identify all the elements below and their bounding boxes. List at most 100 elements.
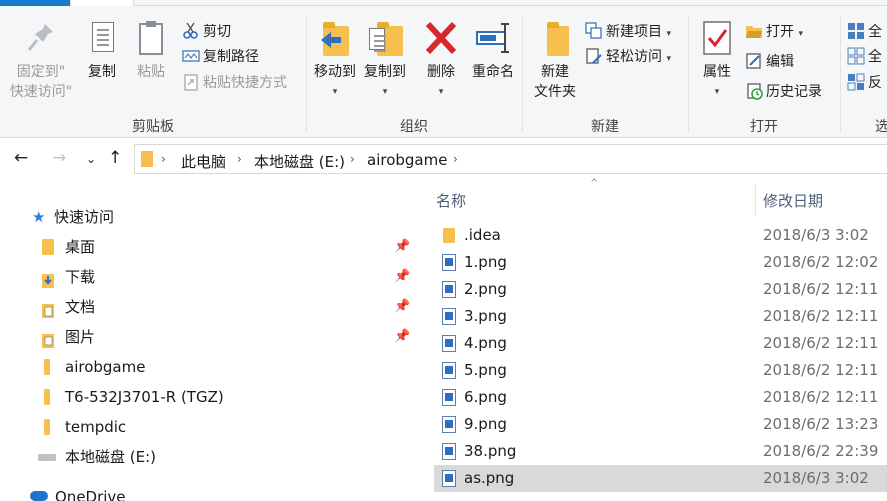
rename-label: 重命名	[472, 64, 514, 80]
file-row[interactable]: 3.png 2018/6/2 12:11	[434, 303, 887, 330]
nav-label: 下载	[65, 268, 96, 286]
chevron-down-icon: ▾	[382, 87, 388, 97]
nav-onedrive[interactable]: OneDrive	[30, 482, 126, 501]
scissors-icon	[182, 22, 200, 40]
nav-label: OneDrive	[55, 488, 126, 501]
pin-icon[interactable]: 📌	[394, 292, 410, 322]
copy-label: 复制	[88, 64, 116, 80]
new-item-button[interactable]: 新建项目 ▾	[585, 21, 671, 43]
nav-pictures[interactable]: 图片	[42, 322, 95, 352]
breadcrumb-this-pc[interactable]: 此电脑	[181, 151, 226, 172]
copy-button[interactable]: 复制	[82, 18, 122, 82]
breadcrumb-separator-icon[interactable]: ›	[237, 152, 242, 166]
file-date: 2018/6/2 12:02	[763, 253, 879, 271]
pictures-icon	[42, 329, 56, 348]
nav-local-disk-e[interactable]: 本地磁盘 (E:)	[38, 442, 156, 472]
file-row[interactable]: 38.png 2018/6/2 22:39	[434, 438, 887, 465]
column-header-date-modified[interactable]: 修改日期	[763, 190, 823, 211]
sort-ascending-icon: ^	[590, 178, 599, 189]
copy-path-button[interactable]: 复制路径	[182, 46, 259, 68]
organize-group: 移动到 ▾ 复制到 ▾ 删除 ▾ 重命名 组织	[307, 6, 521, 138]
nav-quick-access[interactable]: ★ 快速访问	[32, 202, 114, 232]
breadcrumb-separator-icon[interactable]: ›	[453, 152, 458, 166]
move-to-button[interactable]: 移动到 ▾	[311, 18, 359, 102]
up-arrow-icon[interactable]: ↑	[108, 148, 122, 168]
pin-to-quick-access-button[interactable]: 固定到" 快速访问"	[6, 18, 76, 102]
pin-icon[interactable]: 📌	[394, 322, 410, 352]
paste-button[interactable]: 粘贴	[131, 18, 171, 82]
new-folder-icon	[537, 18, 573, 58]
file-row[interactable]: 1.png 2018/6/2 12:02	[434, 249, 887, 276]
copy-to-icon	[367, 18, 403, 58]
rename-button[interactable]: 重命名	[468, 18, 518, 82]
clipboard-icon	[133, 18, 169, 58]
copy-path-label: 复制路径	[203, 49, 259, 65]
nav-downloads[interactable]: 下载	[42, 262, 95, 292]
file-date: 2018/6/2 12:11	[763, 388, 879, 406]
pin-icon[interactable]: 📌	[394, 262, 410, 292]
column-divider[interactable]	[755, 184, 756, 216]
select-group-label: 选	[875, 119, 887, 135]
new-item-icon	[585, 22, 603, 40]
nav-airobgame[interactable]: airobgame	[42, 352, 145, 382]
nav-documents[interactable]: 文档	[42, 292, 95, 322]
breadcrumb-separator-icon[interactable]: ›	[350, 152, 355, 166]
select-none-button[interactable]: 全	[847, 46, 882, 68]
new-folder-label-line1: 新建	[541, 64, 569, 80]
select-all-icon	[847, 22, 865, 40]
image-file-icon	[442, 416, 456, 433]
open-folder-icon	[745, 22, 763, 40]
new-folder-button[interactable]: 新建 文件夹	[529, 18, 581, 102]
open-group-label: 打开	[750, 119, 778, 135]
star-icon: ★	[32, 208, 46, 226]
file-date: 2018/6/3 3:02	[763, 469, 869, 487]
file-name: 9.png	[464, 415, 507, 433]
nav-label: T6-532J3701-R (TGZ)	[65, 388, 224, 406]
drive-icon	[38, 454, 56, 461]
pin-label-line1: 固定到"	[16, 64, 66, 80]
easy-access-button[interactable]: 轻松访问 ▾	[585, 46, 671, 68]
breadcrumb-airobgame[interactable]: airobgame	[367, 151, 447, 169]
chevron-down-icon: ▾	[332, 87, 338, 97]
invert-selection-button[interactable]: 反	[847, 72, 882, 94]
pin-icon[interactable]: 📌	[394, 232, 410, 262]
open-button[interactable]: 打开 ▾	[745, 21, 803, 43]
nav-tempdic[interactable]: tempdic	[42, 412, 126, 442]
image-file-icon	[442, 281, 456, 298]
delete-button[interactable]: 删除 ▾	[421, 18, 461, 102]
file-row[interactable]: 5.png 2018/6/2 12:11	[434, 357, 887, 384]
copy-to-button[interactable]: 复制到 ▾	[361, 18, 409, 102]
nav-desktop[interactable]: 桌面	[42, 232, 95, 262]
pin-label-line2: 快速访问"	[9, 84, 73, 100]
file-row[interactable]: 2.png 2018/6/2 12:11	[434, 276, 887, 303]
file-name: .idea	[464, 226, 501, 244]
file-row[interactable]: .idea 2018/6/3 3:02	[434, 222, 887, 249]
breadcrumb-local-disk-e[interactable]: 本地磁盘 (E:)	[254, 151, 345, 172]
file-row-selected[interactable]: as.png 2018/6/3 3:02	[434, 465, 887, 492]
history-button[interactable]: 历史记录	[745, 81, 822, 103]
paste-shortcut-button[interactable]: 粘贴快捷方式	[182, 72, 287, 94]
properties-button[interactable]: 属性 ▾	[697, 18, 737, 102]
address-bar[interactable]: › 此电脑 › 本地磁盘 (E:) › airobgame ›	[134, 144, 887, 174]
image-file-icon	[442, 470, 456, 487]
back-arrow-icon[interactable]: ←	[14, 148, 28, 168]
rename-icon	[475, 18, 511, 58]
forward-arrow-icon[interactable]: →	[52, 148, 66, 168]
paste-shortcut-label: 粘贴快捷方式	[203, 75, 287, 91]
cut-button[interactable]: 剪切	[182, 21, 231, 43]
file-date: 2018/6/3 3:02	[763, 226, 869, 244]
edit-button[interactable]: 编辑	[745, 51, 794, 73]
file-row[interactable]: 6.png 2018/6/2 12:11	[434, 384, 887, 411]
folder-icon	[443, 228, 455, 243]
file-date: 2018/6/2 12:11	[763, 361, 879, 379]
new-item-label: 新建项目	[606, 24, 662, 40]
chevron-down-icon: ▾	[666, 29, 671, 39]
file-row[interactable]: 9.png 2018/6/2 13:23	[434, 411, 887, 438]
breadcrumb-separator-icon[interactable]: ›	[161, 152, 166, 166]
download-icon	[42, 269, 56, 288]
file-row[interactable]: 4.png 2018/6/2 12:11	[434, 330, 887, 357]
column-header-name[interactable]: 名称	[436, 190, 466, 211]
recent-locations-chevron-icon[interactable]: ⌄	[86, 152, 96, 166]
select-all-button[interactable]: 全	[847, 21, 882, 43]
nav-t6-folder[interactable]: T6-532J3701-R (TGZ)	[42, 382, 224, 412]
